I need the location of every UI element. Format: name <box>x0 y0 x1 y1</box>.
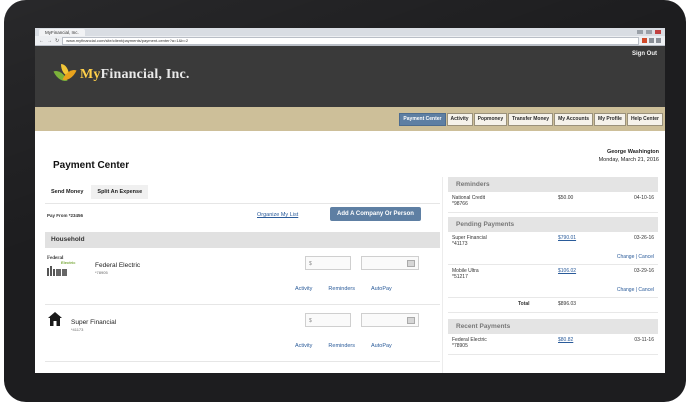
date-field[interactable] <box>361 313 419 327</box>
page-title: Payment Center <box>53 160 130 171</box>
pending-id: *41173 <box>452 241 468 247</box>
pending-date: 03-29-16 <box>633 268 654 274</box>
payee-account-id: *41173 <box>71 327 84 332</box>
change-cancel-links[interactable]: Change | Cancel <box>617 287 654 293</box>
tab-my-accounts[interactable]: My Accounts <box>554 113 594 126</box>
current-date: Monday, March 21, 2016 <box>598 157 659 163</box>
payee-links: Activity Reminders AutoPay <box>295 286 392 292</box>
recent-payment-row: Federal Electric *78905 $80.82 03-11-16 <box>448 334 658 355</box>
reminders-link[interactable]: Reminders <box>328 343 355 349</box>
user-name: George Washington <box>606 149 659 155</box>
reminders-header: Reminders <box>448 177 658 192</box>
payee-row: Super Financial *41173 $ Activity Remind… <box>45 305 440 362</box>
reload-icon[interactable]: ↻ <box>55 38 59 44</box>
group-header-household: Household <box>45 232 440 248</box>
url-field[interactable]: www.myfinancial.com/site/client/payments… <box>62 36 639 45</box>
pay-from-account[interactable]: Pay From *23456 <box>47 213 83 218</box>
amount-field[interactable]: $ <box>305 313 351 327</box>
sidebar: Reminders National Credit *98766 $50.00 0… <box>448 177 658 355</box>
browser-tab[interactable]: MyFinancial, Inc. <box>39 29 85 36</box>
pending-payment-row: Super Financial *41173 $790.01 03-26-16 C… <box>448 232 658 265</box>
main-content: Payment Center George Washington Monday,… <box>35 138 665 373</box>
extension-icon[interactable] <box>642 38 647 43</box>
back-icon[interactable]: ← <box>39 38 44 44</box>
payee-row: Federal Electric Federal Electric *78905… <box>45 248 440 305</box>
pending-total-row: Total $896.03 <box>448 298 658 313</box>
pay-from-row: Pay From *23456 Organize My List Add A C… <box>45 203 440 230</box>
user-info: George Washington Monday, March 21, 2016 <box>599 148 659 164</box>
reminder-amount: $50.00 <box>558 195 574 201</box>
add-company-button[interactable]: Add A Company Or Person <box>330 207 421 221</box>
total-label: Total <box>518 301 530 307</box>
tab-split-expense[interactable]: Split An Expense <box>91 185 149 199</box>
tab-help-center[interactable]: Help Center <box>626 113 663 126</box>
recent-date: 03-11-16 <box>634 337 654 343</box>
payee-name: Federal Electric <box>95 262 141 269</box>
screen: MyFinancial, Inc. ← → ↻ www.myfinancial.… <box>35 28 665 373</box>
main-nav: Payment Center Activity Popmoney Transfe… <box>399 113 663 126</box>
reminders-link[interactable]: Reminders <box>328 286 355 292</box>
recent-payments-header: Recent Payments <box>448 319 658 334</box>
sign-out-link[interactable]: Sign Out <box>632 51 657 57</box>
menu-icon[interactable] <box>656 38 661 43</box>
laptop-frame: MyFinancial, Inc. ← → ↻ www.myfinancial.… <box>4 0 686 402</box>
payments-panel: Send Money Split An Expense Pay From *23… <box>45 185 440 373</box>
tab-activity[interactable]: Activity <box>446 113 473 126</box>
pending-amount-link[interactable]: $790.01 <box>558 235 576 241</box>
calendar-icon[interactable] <box>407 260 415 267</box>
house-icon <box>48 312 62 326</box>
total-amount: $896.03 <box>558 301 577 307</box>
reminder-row[interactable]: National Credit *98766 $50.00 04-10-16 <box>448 192 658 213</box>
tab-my-profile[interactable]: My Profile <box>594 113 626 126</box>
pending-amount-link[interactable]: $106.02 <box>558 268 576 274</box>
amount-field[interactable]: $ <box>305 256 351 270</box>
pending-payments-header: Pending Payments <box>448 217 658 232</box>
payee-name: Super Financial <box>71 319 117 326</box>
calendar-icon[interactable] <box>407 317 415 324</box>
federal-electric-logo: Federal Electric <box>47 256 89 276</box>
logo-text: MyFinancial, Inc. <box>80 67 190 82</box>
autopay-link[interactable]: AutoPay <box>371 343 392 349</box>
pending-payment-row: Mobile Ultra *51217 $106.02 03-29-16 Chan… <box>448 265 658 298</box>
payee-links: Activity Reminders AutoPay <box>295 343 392 349</box>
pending-id: *51217 <box>452 274 468 280</box>
maximize-icon[interactable] <box>646 30 652 34</box>
payee-account-id: *78905 <box>95 270 108 275</box>
column-divider <box>442 177 443 373</box>
forward-icon[interactable]: → <box>47 38 52 44</box>
tab-send-money[interactable]: Send Money <box>45 185 90 199</box>
reminder-date: 04-10-16 <box>633 195 654 201</box>
organize-list-link[interactable]: Organize My List <box>257 212 298 218</box>
reminder-id: *98766 <box>452 201 468 207</box>
subtabs: Send Money Split An Expense <box>45 185 440 199</box>
change-cancel-links[interactable]: Change | Cancel <box>617 254 654 260</box>
tab-payment-center[interactable]: Payment Center <box>399 113 446 126</box>
logo[interactable]: MyFinancial, Inc. <box>53 64 190 86</box>
autopay-link[interactable]: AutoPay <box>371 286 392 292</box>
browser-tab-bar: MyFinancial, Inc. <box>35 28 665 36</box>
recent-id: *78905 <box>452 343 468 349</box>
app-header: MyFinancial, Inc. Sign Out <box>35 46 665 107</box>
tab-transfer-money[interactable]: Transfer Money <box>508 113 554 126</box>
date-field[interactable] <box>361 256 419 270</box>
activity-link[interactable]: Activity <box>295 343 312 349</box>
tab-popmoney[interactable]: Popmoney <box>473 113 508 126</box>
pending-date: 03-26-16 <box>633 235 654 241</box>
browser-address-bar: ← → ↻ www.myfinancial.com/site/client/pa… <box>35 36 665 46</box>
minimize-icon[interactable] <box>637 30 643 34</box>
nav-band: Payment Center Activity Popmoney Transfe… <box>35 107 665 131</box>
recent-amount-link[interactable]: $80.82 <box>558 337 573 343</box>
activity-link[interactable]: Activity <box>295 286 312 292</box>
close-icon[interactable] <box>655 30 661 34</box>
bookmark-icon[interactable] <box>649 38 654 43</box>
leaf-logo-icon <box>53 64 77 86</box>
